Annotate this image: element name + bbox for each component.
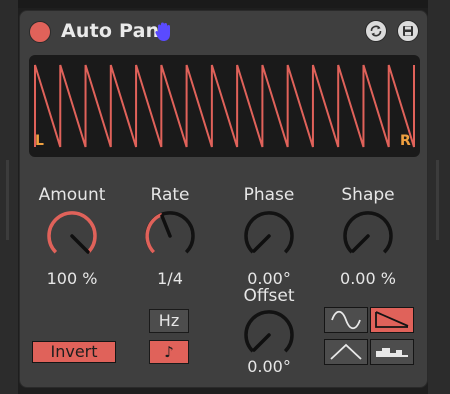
- phase-knob[interactable]: [241, 208, 297, 264]
- triangle-wave-icon: [330, 343, 362, 360]
- waveform-random-button[interactable]: [370, 339, 414, 365]
- right-channel-label: R: [400, 133, 411, 149]
- hz-mode-button[interactable]: Hz: [149, 309, 189, 333]
- offset-label: Offset: [243, 286, 295, 306]
- amount-knob[interactable]: [44, 208, 100, 264]
- rate-label: Rate: [150, 185, 190, 205]
- device-title[interactable]: Auto Pan: [61, 20, 159, 42]
- saw-down-wave-icon: [375, 311, 409, 328]
- shape-knob[interactable]: [340, 208, 396, 264]
- sine-wave-icon: [331, 310, 361, 330]
- left-track-edge: [0, 0, 18, 394]
- top-strip: [0, 0, 450, 8]
- right-track-edge: [428, 0, 450, 394]
- shape-label: Shape: [341, 185, 395, 205]
- save-preset-button[interactable]: [397, 20, 419, 42]
- save-preset-icon: [403, 26, 413, 36]
- waveform-line: [34, 64, 415, 148]
- amount-label: Amount: [38, 185, 106, 205]
- random-wave-icon: [376, 348, 408, 357]
- right-scrollbar[interactable]: [436, 160, 439, 240]
- waveform-triangle-button[interactable]: [324, 339, 368, 365]
- invert-button[interactable]: Invert: [32, 341, 116, 363]
- amount-value: 100 %: [46, 269, 98, 288]
- lfo-waveform-display: L R: [29, 55, 420, 157]
- hand-icon: [155, 22, 170, 42]
- sawtooth-waveform: [34, 64, 415, 148]
- left-scrollbar[interactable]: [6, 160, 9, 240]
- rate-value: 1/4: [157, 269, 183, 288]
- left-channel-label: L: [35, 133, 44, 149]
- hot-swap-icon: [370, 25, 382, 37]
- waveform-sine-button[interactable]: [324, 307, 368, 333]
- auto-pan-device: Auto Pan L R Amount 100 % Rate 1/4 Phase…: [19, 10, 428, 388]
- offset-value: 0.00°: [247, 357, 291, 376]
- beat-sync-note-button[interactable]: ♪: [149, 340, 189, 364]
- power-toggle-icon[interactable]: [29, 21, 51, 43]
- device-title-bar: Auto Pan: [20, 11, 427, 51]
- hot-swap-button[interactable]: [365, 20, 387, 42]
- waveform-saw-down-button[interactable]: [370, 307, 414, 333]
- phase-label: Phase: [243, 185, 295, 205]
- shape-value: 0.00 %: [340, 269, 396, 288]
- offset-knob[interactable]: [241, 307, 297, 363]
- rate-knob[interactable]: [142, 208, 198, 264]
